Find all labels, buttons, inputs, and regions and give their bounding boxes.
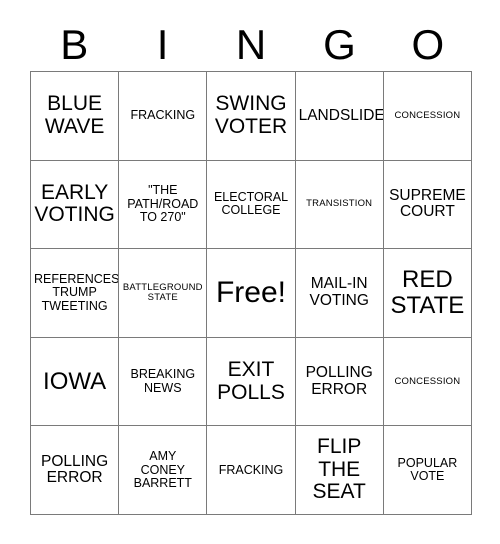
header-letter-i: I bbox=[156, 20, 169, 68]
bingo-cell-label: AMY CONEY BARRETT bbox=[133, 449, 192, 490]
bingo-cell-label: SUPREME COURT bbox=[389, 186, 466, 221]
bingo-cell-label: ELECTORAL COLLEGE bbox=[213, 190, 289, 218]
bingo-cell[interactable]: AMY CONEY BARRETT bbox=[119, 426, 208, 515]
bingo-cell[interactable]: POPULAR VOTE bbox=[383, 426, 472, 515]
bingo-cell[interactable]: MAIL-IN VOTING bbox=[295, 249, 384, 338]
bingo-header: B I N G O bbox=[30, 18, 472, 71]
bingo-cell-label: REFERENCES TRUMP TWEETING bbox=[34, 271, 120, 313]
bingo-cell[interactable]: "THE PATH/ROAD TO 270" bbox=[119, 160, 208, 250]
bingo-cell-label: RED STATE bbox=[390, 266, 465, 319]
bingo-cell-label: POLLING ERROR bbox=[40, 452, 109, 487]
bingo-cell-label: CONCESSION bbox=[394, 109, 461, 121]
bingo-cell[interactable]: BLUE WAVE bbox=[31, 72, 120, 161]
bingo-cell-label: BREAKING NEWS bbox=[130, 367, 196, 395]
bingo-cell[interactable]: FRACKING bbox=[207, 426, 296, 515]
bingo-cell[interactable]: EARLY VOTING bbox=[31, 160, 120, 250]
bingo-grid: BLUE WAVE FRACKING SWING VOTER LANDSLIDE CON… bbox=[30, 71, 472, 515]
bingo-cell-label: LANDSLIDE bbox=[298, 106, 384, 124]
bingo-cell[interactable]: CONCESSION bbox=[383, 337, 472, 427]
bingo-cell[interactable]: EXIT POLLS bbox=[207, 337, 296, 427]
bingo-cell[interactable]: BREAKING NEWS bbox=[119, 337, 208, 427]
bingo-cell[interactable]: POLLING ERROR bbox=[295, 337, 384, 427]
header-letter-o: O bbox=[411, 20, 445, 68]
bingo-cell-label: EARLY VOTING bbox=[34, 180, 115, 227]
bingo-cell-label: BLUE WAVE bbox=[44, 92, 105, 138]
bingo-cell-label: FRACKING bbox=[130, 108, 196, 123]
bingo-cell-label: "THE PATH/ROAD TO 270" bbox=[127, 183, 199, 225]
bingo-cell-label: FRACKING bbox=[218, 462, 284, 477]
bingo-cell[interactable]: IOWA bbox=[31, 337, 120, 427]
bingo-cell-label: TRANSISTION bbox=[306, 198, 373, 210]
bingo-cell[interactable]: CONCESSION bbox=[383, 72, 472, 161]
bingo-cell[interactable]: POLLING ERROR bbox=[31, 426, 120, 515]
bingo-cell[interactable]: SUPREME COURT bbox=[383, 160, 472, 250]
header-letter-n: N bbox=[235, 20, 267, 68]
bingo-cell-label: CONCESSION bbox=[394, 375, 461, 387]
bingo-cell-label: IOWA bbox=[43, 367, 107, 395]
bingo-cell[interactable]: TRANSISTION bbox=[295, 160, 384, 250]
header-letter-g: G bbox=[323, 20, 356, 68]
bingo-cell[interactable]: RED STATE bbox=[383, 249, 472, 338]
bingo-cell[interactable]: Free! bbox=[207, 249, 296, 338]
bingo-cell-label: Free! bbox=[215, 275, 286, 309]
bingo-cell[interactable]: BATTLEGROUND STATE bbox=[119, 249, 208, 338]
bingo-cell[interactable]: FLIP THE SEAT bbox=[295, 426, 384, 515]
bingo-cell[interactable]: ELECTORAL COLLEGE bbox=[207, 160, 296, 250]
bingo-cell-label: SWING VOTER bbox=[214, 92, 288, 138]
header-letter-b: B bbox=[60, 20, 89, 68]
bingo-cell-label: MAIL-IN VOTING bbox=[309, 275, 369, 309]
bingo-cell-label: POPULAR VOTE bbox=[397, 455, 458, 484]
bingo-cell[interactable]: FRACKING bbox=[119, 72, 208, 161]
bingo-card: B I N G O BLUE WAVE FRACKING SWING VOTER LA… bbox=[0, 0, 500, 544]
bingo-cell-label: POLLING ERROR bbox=[305, 364, 373, 398]
bingo-cell-label: FLIP THE SEAT bbox=[312, 435, 366, 504]
bingo-cell[interactable]: LANDSLIDE bbox=[295, 72, 384, 161]
bingo-cell-label: EXIT POLLS bbox=[217, 358, 285, 404]
bingo-cell[interactable]: REFERENCES TRUMP TWEETING bbox=[31, 249, 120, 338]
bingo-cell-label: BATTLEGROUND STATE bbox=[122, 281, 203, 303]
bingo-cell[interactable]: SWING VOTER bbox=[207, 72, 296, 161]
